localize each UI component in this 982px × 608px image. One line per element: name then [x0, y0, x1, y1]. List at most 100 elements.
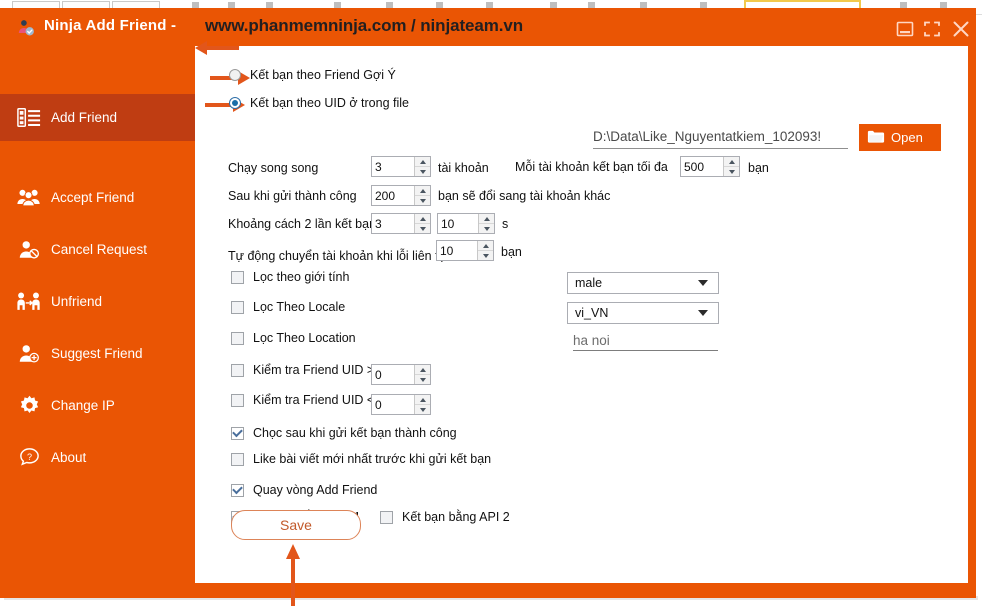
checkbox-row-api-2[interactable]: Kết bạn bằng API 2 [380, 510, 510, 524]
checkbox-row-like-latest-post[interactable]: Like bài viết mới nhất trước khi gửi kết… [231, 452, 491, 466]
checkbox-filter-location[interactable] [231, 331, 244, 345]
checkbox-row-filter-gender[interactable]: Lọc theo giới tính [231, 270, 349, 284]
select-gender[interactable]: male [567, 272, 719, 294]
sidebar-item-cancel-request[interactable]: Cancel Request [0, 226, 195, 273]
input-auto-switch[interactable]: 10 [436, 240, 494, 261]
spinner-up-button[interactable] [415, 157, 430, 167]
checkbox-friend-uid-greater[interactable] [231, 363, 244, 377]
spinner-up-button[interactable] [415, 214, 430, 224]
maximize-icon[interactable] [921, 19, 943, 39]
open-button-label: Open [891, 130, 923, 145]
input-max-per-account[interactable]: 500 [680, 156, 740, 177]
checkbox-row-poke-after-success[interactable]: Chọc sau khi gửi kết bạn thành công [231, 426, 457, 440]
spinner-buttons[interactable] [477, 241, 493, 260]
spinner-buttons[interactable] [414, 395, 430, 414]
spinner-down-button[interactable] [415, 196, 430, 205]
save-button[interactable]: Save [231, 510, 361, 540]
select-locale[interactable]: vi_VN [567, 302, 719, 324]
minimize-icon[interactable] [894, 19, 916, 39]
ninja-user-icon [16, 18, 36, 38]
spinner-up-button[interactable] [415, 365, 430, 375]
unit-auto-switch: bạn [501, 245, 522, 259]
sidebar-item-label: About [51, 450, 87, 465]
open-file-button[interactable]: Open [859, 124, 941, 151]
folder-icon [867, 129, 885, 147]
checkbox-row-filter-locale[interactable]: Lọc Theo Locale [231, 300, 345, 314]
input-location[interactable]: ha noi [573, 328, 718, 351]
checkbox-row-friend-uid-greater[interactable]: Kiểm tra Friend UID > [231, 363, 374, 377]
sidebar-item-suggest-friend[interactable]: Suggest Friend [0, 330, 195, 377]
input-value: 3 [375, 216, 382, 231]
input-value: 500 [684, 159, 705, 174]
question-icon: ? [14, 444, 44, 472]
radio-row-uid-file[interactable]: Kết bạn theo UID ở trong file [229, 96, 409, 110]
radio-label: Kết bạn theo Friend Gợi Ý [250, 68, 396, 82]
spinner-up-button[interactable] [415, 186, 430, 196]
checkbox-row-friend-uid-less[interactable]: Kiểm tra Friend UID < [231, 393, 374, 407]
sidebar-item-change-ip[interactable]: Change IP [0, 382, 195, 429]
spinner-down-button[interactable] [415, 405, 430, 414]
spinner-up-button[interactable] [479, 214, 494, 224]
radio-row-friend-suggestion[interactable]: Kết bạn theo Friend Gợi Ý [229, 68, 396, 82]
sidebar-item-accept-friend[interactable]: Accept Friend [0, 174, 195, 221]
file-path-field[interactable]: D:\Data\Like_Nguyentatkiem_102093! [593, 124, 848, 149]
spinner-buttons[interactable] [723, 157, 739, 176]
spinner-up-button[interactable] [724, 157, 739, 167]
input-parallel-count[interactable]: 3 [371, 156, 431, 177]
checkbox-filter-gender[interactable] [231, 270, 244, 284]
checkbox-row-filter-location[interactable]: Lọc Theo Location [231, 331, 356, 345]
spinner-buttons[interactable] [414, 157, 430, 176]
spinner-down-button[interactable] [479, 224, 494, 233]
close-icon[interactable] [950, 19, 972, 39]
spinner-down-button[interactable] [415, 167, 430, 176]
group-people-icon [14, 184, 44, 212]
spinner-up-button[interactable] [478, 241, 493, 251]
spinner-down-button[interactable] [415, 224, 430, 233]
checkbox-label: Quay vòng Add Friend [253, 483, 378, 497]
spinner-down-button[interactable] [478, 251, 493, 260]
input-friend-uid-greater[interactable]: 0 [371, 364, 431, 385]
spinner-buttons[interactable] [478, 214, 494, 233]
label-interval: Khoảng cách 2 lần kết bạn [228, 217, 377, 231]
select-value: vi_VN [575, 306, 609, 320]
spinner-buttons[interactable] [414, 365, 430, 384]
input-value: 200 [375, 188, 396, 203]
input-friend-uid-less[interactable]: 0 [371, 394, 431, 415]
unit-max-per-account: bạn [748, 161, 769, 175]
sidebar-item-about[interactable]: ? About [0, 434, 195, 481]
input-after-success[interactable]: 200 [371, 185, 431, 206]
person-block-icon [14, 236, 44, 264]
label-parallel: Chạy song song [228, 161, 319, 175]
input-value: 0 [375, 367, 382, 382]
spinner-up-button[interactable] [415, 395, 430, 405]
sidebar-item-add-friend[interactable]: Add Friend [0, 94, 195, 141]
checkbox-poke-after-success[interactable] [231, 426, 244, 440]
add-friend-settings-panel: Kết bạn theo Friend Gợi Ý Kết bạn theo U… [195, 41, 968, 583]
input-interval-from[interactable]: 3 [371, 213, 431, 234]
sidebar-navigation: Add Friend Accept Friend Cancel Request … [0, 46, 195, 598]
checkbox-api-2[interactable] [380, 510, 393, 524]
checkbox-filter-locale[interactable] [231, 300, 244, 314]
checkbox-like-latest-post[interactable] [231, 452, 244, 466]
checkbox-label: Lọc Theo Location [253, 331, 356, 345]
radio-uid-file[interactable] [229, 97, 241, 109]
spinner-down-button[interactable] [415, 375, 430, 384]
radio-friend-suggestion[interactable] [229, 69, 241, 81]
spinner-buttons[interactable] [414, 214, 430, 233]
brand-title: www.phanmemninja.com / ninjateam.vn [205, 16, 523, 35]
checkbox-label: Kiểm tra Friend UID < [253, 393, 375, 407]
checkbox-friend-uid-less[interactable] [231, 393, 244, 407]
sidebar-item-label: Accept Friend [51, 190, 135, 205]
checkbox-loop-add-friend[interactable] [231, 483, 244, 497]
spinner-buttons[interactable] [414, 186, 430, 205]
checkbox-label: Chọc sau khi gửi kết bạn thành công [253, 426, 457, 440]
input-interval-to[interactable]: 10 [437, 213, 495, 234]
save-button-label: Save [280, 517, 312, 533]
sidebar-item-unfriend[interactable]: Unfriend [0, 278, 195, 325]
checkbox-label: Kết bạn bằng API 2 [402, 510, 510, 524]
label-after-success: Sau khi gửi thành công [228, 189, 357, 203]
checkbox-row-loop-add-friend[interactable]: Quay vòng Add Friend [231, 483, 377, 497]
spinner-down-button[interactable] [724, 167, 739, 176]
input-value: 0 [375, 397, 382, 412]
list-id-icon [14, 104, 44, 132]
